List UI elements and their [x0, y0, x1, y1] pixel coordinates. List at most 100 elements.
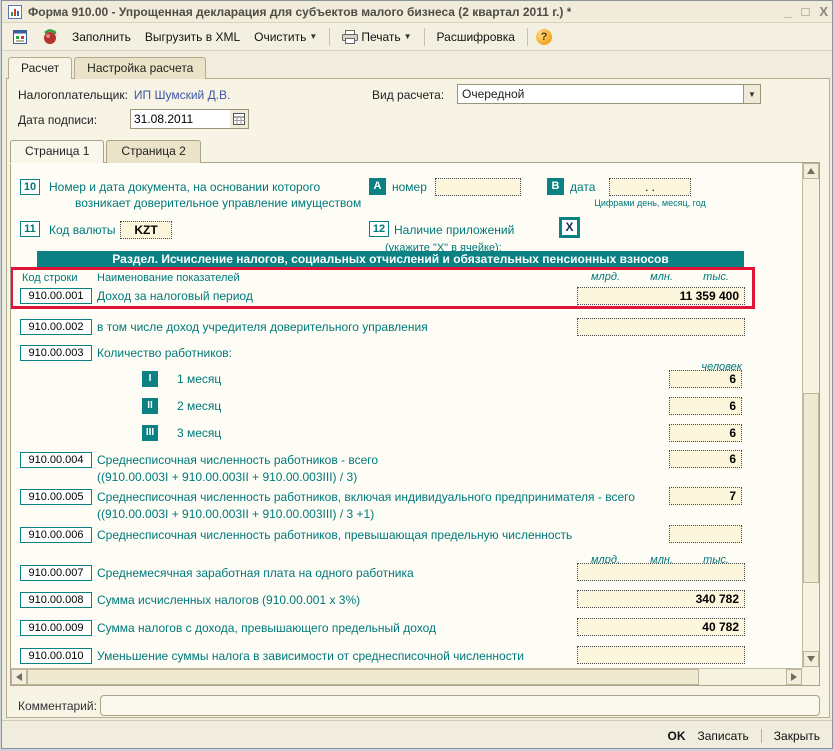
- month-1-value[interactable]: 6: [669, 370, 742, 388]
- report-form-icon: [12, 29, 28, 45]
- annotation-highlight-box: [11, 267, 755, 309]
- tab-calc-settings[interactable]: Настройка расчета: [74, 57, 206, 79]
- taxpayer-row: Налогоплательщик: ИП Шумский Д.В.: [18, 88, 230, 102]
- calc-kind-label-wrap: Вид расчета:: [372, 88, 444, 102]
- field-doc-date[interactable]: . .: [609, 178, 691, 196]
- row-008-code: 910.00.008: [20, 592, 92, 608]
- footer-separator: [761, 729, 762, 743]
- month-2-label: 2 месяц: [177, 399, 221, 413]
- calendar-button[interactable]: [230, 109, 249, 129]
- combo-dropdown-button[interactable]: ▼: [743, 85, 760, 103]
- help-button[interactable]: ?: [536, 29, 552, 45]
- row-007-value[interactable]: [577, 563, 745, 581]
- row-005-code: 910.00.005: [20, 489, 92, 505]
- row-010-code: 910.00.010: [20, 648, 92, 664]
- toolbar: Заполнить Выгрузить в XML Очистить ▼ Печ…: [2, 23, 833, 51]
- tab-page-1[interactable]: Страница 1: [10, 140, 104, 163]
- app-chart-doc-icon: [8, 5, 22, 19]
- month-2-badge: II: [142, 398, 158, 414]
- row10-label-line1: Номер и дата документа, на основании кот…: [49, 180, 320, 194]
- row-007-code: 910.00.007: [20, 565, 92, 581]
- taxpayer-link[interactable]: ИП Шумский Д.В.: [134, 88, 231, 102]
- row-005-formula: ((910.00.003I + 910.00.003II + 910.00.00…: [97, 507, 374, 521]
- row-002-code: 910.00.002: [20, 319, 92, 335]
- export-xml-button[interactable]: Выгрузить в XML: [141, 28, 244, 46]
- comment-label: Комментарий:: [18, 699, 97, 713]
- vertical-scrollbar[interactable]: [802, 163, 819, 668]
- close-window-button[interactable]: Закрыть: [774, 729, 820, 743]
- scroll-right-button[interactable]: [786, 669, 802, 685]
- chevron-down-icon: ▼: [748, 90, 756, 99]
- label-nomer: номер: [392, 180, 427, 194]
- refresh-ball-icon: [42, 29, 58, 45]
- sign-date-label: Дата подписи:: [18, 113, 97, 127]
- row-010-name: Уменьшение суммы налога в зависимости от…: [97, 649, 524, 663]
- decipher-button[interactable]: Расшифровка: [433, 28, 519, 46]
- row-005-name: Среднесписочная численность работников, …: [97, 490, 635, 504]
- form-content: 10 Номер и дата документа, на основании …: [11, 163, 802, 668]
- arrow-right-icon: [791, 673, 797, 681]
- row-006-value[interactable]: [669, 525, 742, 543]
- maximize-button[interactable]: □: [801, 4, 809, 20]
- tab-calc[interactable]: Расчет: [8, 57, 72, 79]
- field-doc-number[interactable]: [435, 178, 521, 196]
- comment-input[interactable]: [100, 695, 820, 716]
- page-tab-strip: Страница 1 Страница 2: [10, 140, 201, 163]
- row-008-value[interactable]: 340 782: [577, 590, 745, 608]
- row-003-code: 910.00.003: [20, 345, 92, 361]
- month-3-label: 3 месяц: [177, 426, 221, 440]
- toolbar-separator: [424, 28, 425, 46]
- close-button[interactable]: X: [819, 4, 828, 20]
- row-005-value[interactable]: 7: [669, 487, 742, 505]
- horizontal-scroll-thumb[interactable]: [27, 669, 699, 685]
- row-002-value[interactable]: [577, 318, 745, 336]
- row-002-name: в том числе доход учредителя доверительн…: [97, 320, 428, 334]
- row-009-value[interactable]: 40 782: [577, 618, 745, 636]
- taxpayer-label: Налогоплательщик:: [18, 88, 128, 102]
- report-form-button[interactable]: [8, 27, 32, 47]
- section-title-bar: Раздел. Исчисление налогов, социальных о…: [37, 251, 744, 268]
- vertical-scroll-thumb[interactable]: [803, 393, 819, 583]
- toolbar-separator: [329, 28, 330, 46]
- month-3-badge: III: [142, 425, 158, 441]
- clear-button[interactable]: Очистить ▼: [250, 28, 321, 46]
- fill-button[interactable]: Заполнить: [68, 28, 135, 46]
- cell-11-code: 11: [20, 221, 40, 237]
- row-004-name: Среднесписочная численность работников -…: [97, 453, 378, 467]
- badge-b: B: [547, 178, 564, 195]
- chevron-down-icon: ▼: [309, 32, 317, 41]
- footer-button-bar: OK Записать Закрыть: [2, 720, 833, 749]
- attachments-checkbox[interactable]: X: [559, 217, 580, 238]
- scroll-down-button[interactable]: [803, 651, 819, 667]
- window-title: Форма 910.00 - Упрощенная декларация для…: [28, 5, 571, 19]
- row-010-value[interactable]: [577, 646, 745, 664]
- calc-kind-select[interactable]: Очередной ▼: [457, 84, 761, 104]
- arrow-left-icon: [16, 673, 22, 681]
- label-data: дата: [570, 180, 595, 194]
- row10-label-line2: возникает доверительное управление имуще…: [75, 196, 361, 210]
- ok-button[interactable]: OK: [668, 729, 686, 743]
- tab-page-2[interactable]: Страница 2: [106, 140, 200, 163]
- horizontal-scrollbar[interactable]: [11, 668, 802, 685]
- row-004-code: 910.00.004: [20, 452, 92, 468]
- print-button[interactable]: Печать ▼: [338, 28, 415, 46]
- title-bar: Форма 910.00 - Упрощенная декларация для…: [2, 1, 833, 23]
- arrow-up-icon: [807, 168, 815, 174]
- main-tab-strip: Расчет Настройка расчета: [8, 57, 206, 79]
- form-scroll-panel: 10 Номер и дата документа, на основании …: [10, 162, 820, 686]
- minimize-button[interactable]: _: [784, 4, 791, 20]
- refresh-button[interactable]: [38, 27, 62, 47]
- row-004-value[interactable]: 6: [669, 450, 742, 468]
- currency-code-label: Код валюты: [49, 223, 116, 237]
- form-910-window: Форма 910.00 - Упрощенная декларация для…: [1, 0, 833, 749]
- sign-date-input[interactable]: [130, 109, 231, 129]
- row-003-name: Количество работников:: [97, 346, 232, 360]
- save-button[interactable]: Записать: [698, 729, 749, 743]
- month-1-badge: I: [142, 371, 158, 387]
- month-3-value[interactable]: 6: [669, 424, 742, 442]
- currency-code-field[interactable]: KZT: [120, 221, 172, 239]
- scroll-up-button[interactable]: [803, 163, 819, 179]
- month-2-value[interactable]: 6: [669, 397, 742, 415]
- scroll-left-button[interactable]: [11, 669, 27, 685]
- row-006-code: 910.00.006: [20, 527, 92, 543]
